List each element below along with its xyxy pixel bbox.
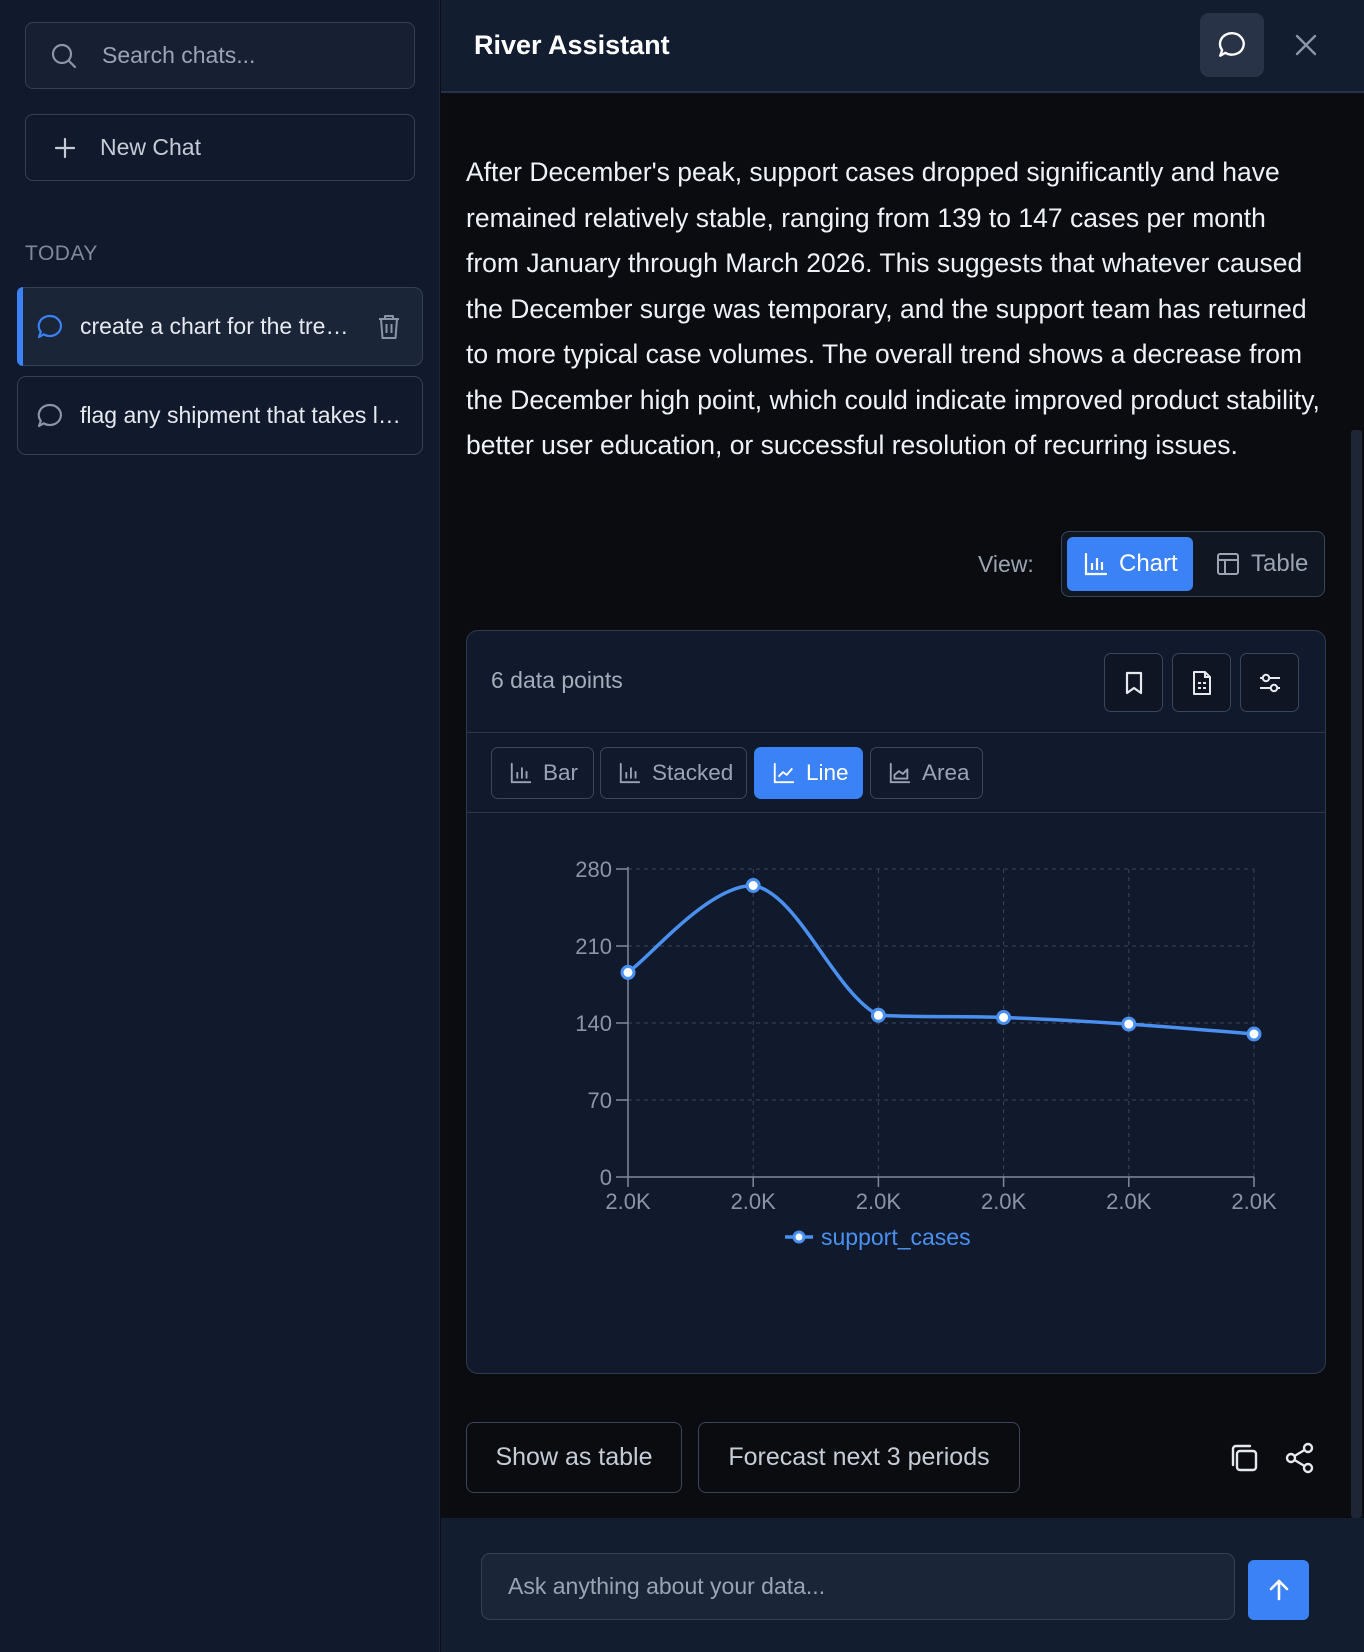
- chat-item-active[interactable]: create a chart for the trend of support …: [17, 287, 423, 366]
- y-tick-label: 0: [600, 1165, 612, 1190]
- chart-type-bar-label: Bar: [543, 760, 579, 785]
- bar-chart-icon: [1083, 551, 1109, 577]
- panel-header: River Assistant: [441, 0, 1364, 93]
- series-line: [626, 883, 1255, 1036]
- y-tick-label: 280: [575, 857, 612, 882]
- new-chat-button[interactable]: New Chat: [25, 114, 415, 181]
- table-view-label: Table: [1251, 550, 1309, 577]
- chart-type-area[interactable]: Area: [870, 747, 983, 799]
- bookmark-button[interactable]: [1104, 653, 1163, 712]
- chart-card: 6 data points Bar Stacked Line Area 0 70…: [466, 630, 1326, 1374]
- chart-type-line-label: Line: [806, 760, 849, 785]
- table-icon: [1215, 551, 1241, 577]
- chat-bubble-icon: [36, 402, 64, 430]
- chart-type-stacked-label: Stacked: [652, 760, 734, 785]
- chart-type-row: Bar Stacked Line Area: [467, 734, 1325, 813]
- search-chats-placeholder: Search chats...: [102, 42, 256, 68]
- y-tick-label: 140: [575, 1011, 612, 1036]
- y-tick-label: 210: [575, 934, 612, 959]
- bar-chart-icon: [509, 761, 533, 785]
- sliders-icon: [1257, 670, 1283, 696]
- send-button[interactable]: [1248, 1560, 1309, 1620]
- search-icon: [50, 42, 78, 70]
- copy-icon[interactable]: [1227, 1441, 1261, 1475]
- view-segmented-control: Chart Table: [1061, 531, 1325, 597]
- view-toggle-row: View: Chart Table: [441, 531, 1364, 597]
- arrow-up-icon: [1266, 1577, 1292, 1603]
- share-icon[interactable]: [1283, 1441, 1317, 1475]
- chart-view-label: Chart: [1119, 550, 1178, 577]
- assistant-message: After December's peak, support cases dro…: [466, 157, 1320, 460]
- section-label-today: TODAY: [25, 242, 98, 265]
- input-footer: Ask anything about your data...: [441, 1518, 1364, 1652]
- view-label: View:: [978, 551, 1034, 577]
- chart-type-line[interactable]: Line: [754, 747, 863, 799]
- data-point: [1246, 1026, 1262, 1042]
- table-view-button[interactable]: Table: [1199, 537, 1319, 591]
- x-tick-label: 2.0K: [1231, 1189, 1277, 1214]
- assistant-panel: River Assistant After December's peak, s…: [441, 0, 1364, 1652]
- data-points-count: 6 data points: [491, 667, 623, 693]
- chart-view-button[interactable]: Chart: [1067, 537, 1193, 591]
- data-point: [1121, 1016, 1137, 1032]
- stacked-chart-icon: [618, 761, 642, 785]
- x-tick-label: 2.0K: [981, 1189, 1027, 1214]
- chat-item[interactable]: flag any shipment that takes longer than…: [17, 376, 423, 455]
- chart-type-bar[interactable]: Bar: [491, 747, 594, 799]
- document-icon: [1190, 670, 1214, 696]
- trash-icon[interactable]: [376, 313, 402, 341]
- chart-area: 0 70 140 210 280 2.0K 2.0K 2.0K 2.0K 2.0K 2.0K supp…: [467, 814, 1325, 1373]
- bookmark-icon: [1122, 670, 1146, 696]
- ask-input[interactable]: Ask anything about your data...: [481, 1553, 1235, 1620]
- x-tick-label: 2.0K: [1106, 1189, 1152, 1214]
- new-chat-label: New Chat: [100, 134, 201, 160]
- chat-bubble-icon: [1217, 30, 1247, 60]
- chart-type-stacked[interactable]: Stacked: [600, 747, 747, 799]
- line-chart-icon: [772, 761, 796, 785]
- export-report-button[interactable]: [1172, 653, 1231, 712]
- show-as-table-button[interactable]: Show as table: [466, 1422, 682, 1493]
- area-chart-icon: [888, 761, 912, 785]
- line-chart: 0 70 140 210 280 2.0K 2.0K 2.0K 2.0K 2.0K 2.0K supp…: [575, 857, 1277, 1250]
- close-icon[interactable]: [1291, 30, 1321, 60]
- chat-item-label: flag any shipment that takes longer than…: [80, 402, 405, 428]
- plus-icon: [52, 135, 78, 161]
- chart-settings-button[interactable]: [1240, 653, 1299, 712]
- x-tick-label: 2.0K: [856, 1189, 902, 1214]
- sidebar: Search chats... New Chat TODAY create a …: [0, 0, 440, 1652]
- chat-bubble-icon: [36, 313, 64, 341]
- y-tick-label: 70: [588, 1088, 612, 1113]
- legend-marker: [792, 1230, 806, 1244]
- panel-title: River Assistant: [474, 30, 670, 60]
- data-point: [996, 1010, 1012, 1025]
- forecast-button[interactable]: Forecast next 3 periods: [698, 1422, 1020, 1493]
- x-tick-label: 2.0K: [605, 1189, 651, 1214]
- search-chats-field[interactable]: Search chats...: [25, 22, 415, 89]
- x-tick-label: 2.0K: [731, 1189, 777, 1214]
- chart-type-area-label: Area: [922, 760, 970, 785]
- data-point: [870, 1007, 886, 1023]
- legend-label: support_cases: [821, 1224, 971, 1250]
- chat-item-label: create a chart for the trend of support …: [80, 313, 352, 339]
- chat-toggle-button[interactable]: [1200, 13, 1264, 77]
- data-point: [745, 878, 761, 893]
- chart-card-header: 6 data points: [467, 631, 1325, 733]
- data-point: [620, 964, 636, 980]
